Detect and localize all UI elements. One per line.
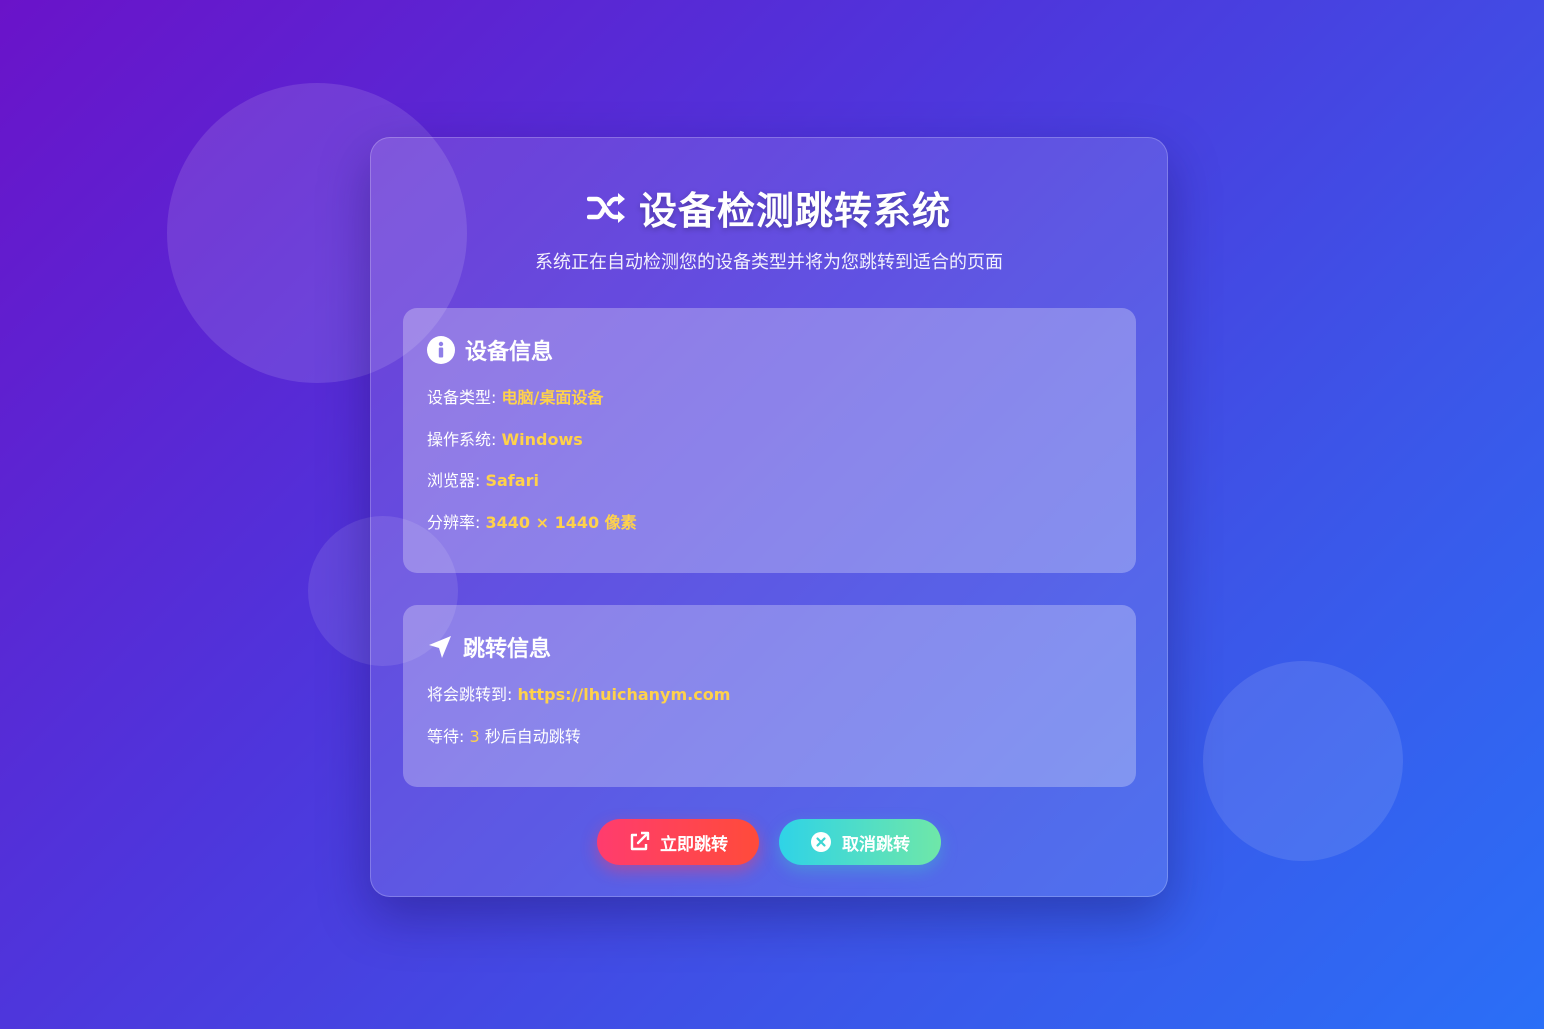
info-icon [427, 336, 455, 364]
redirect-info-header: 跳转信息 [427, 631, 1112, 663]
redirect-now-button[interactable]: 立即跳转 [597, 819, 759, 865]
location-arrow-icon [427, 634, 453, 660]
wait-row: 等待: 3 秒后自动跳转 [427, 727, 1112, 769]
device-info-header: 设备信息 [427, 334, 1112, 366]
target-row: 将会跳转到: https://lhuichanym.com [427, 685, 1112, 727]
page-background: 设备检测跳转系统 系统正在自动检测您的设备类型并将为您跳转到适合的页面 设备信息… [1, 1, 1538, 1027]
resolution-label: 分辨率: [427, 512, 486, 532]
wait-suffix: 秒后自动跳转 [479, 726, 581, 746]
target-label: 将会跳转到: [427, 685, 518, 704]
os-row: 操作系统: Windows [427, 430, 1112, 472]
os-label: 操作系统: [427, 429, 502, 449]
page-subtitle: 系统正在自动检测您的设备类型并将为您跳转到适合的页面 [535, 252, 1003, 273]
main-card: 设备检测跳转系统 系统正在自动检测您的设备类型并将为您跳转到适合的页面 设备信息… [370, 137, 1168, 897]
redirect-info-panel: 跳转信息 将会跳转到: https://lhuichanym.com 等待: 3… [403, 605, 1136, 787]
os-value: Windows [501, 429, 583, 449]
cancel-redirect-button[interactable]: 取消跳转 [779, 819, 941, 865]
device-type-label: 设备类型: [427, 388, 502, 407]
resolution-value: 3440 × 1440 像素 [485, 512, 637, 532]
cancel-redirect-label: 取消跳转 [842, 834, 910, 855]
redirect-info-title: 跳转信息 [463, 637, 552, 662]
device-info-panel: 设备信息 设备类型: 电脑/桌面设备 操作系统: Windows 浏览器: Sa… [403, 308, 1136, 573]
action-buttons: 立即跳转 取消跳转 [371, 819, 1167, 865]
device-type-row: 设备类型: 电脑/桌面设备 [427, 388, 1112, 430]
countdown-seconds: 3 [469, 726, 480, 746]
external-link-icon [628, 831, 650, 853]
browser-row: 浏览器: Safari [427, 471, 1112, 513]
browser-label: 浏览器: [427, 471, 486, 490]
header: 设备检测跳转系统 [371, 180, 1167, 235]
target-url-link[interactable]: https://lhuichanym.com [517, 685, 730, 704]
resolution-row: 分辨率: 3440 × 1440 像素 [427, 513, 1112, 555]
wait-label: 等待: [427, 726, 470, 746]
browser-value: Safari [485, 471, 539, 490]
device-info-title: 设备信息 [465, 340, 554, 365]
page-title: 设备检测跳转系统 [638, 189, 951, 233]
close-circle-icon [810, 831, 832, 853]
device-type-value: 电脑/桌面设备 [501, 388, 604, 407]
shuffle-icon [586, 191, 627, 225]
decor-circle [1203, 661, 1403, 861]
redirect-now-label: 立即跳转 [660, 834, 728, 855]
